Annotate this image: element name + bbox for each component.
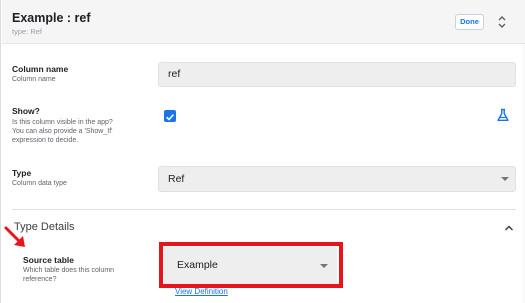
view-definition-link[interactable]: View Definition <box>175 287 228 296</box>
source-table-label: Source table <box>23 255 75 265</box>
type-help: Column data type <box>12 180 67 187</box>
column-name-label: Column name <box>12 64 69 74</box>
column-name-help: Column name <box>12 76 56 83</box>
checkmark-icon <box>166 114 174 121</box>
column-editor-panel: Example : ref type: Ref Done Column name… <box>0 0 525 303</box>
column-name-input[interactable]: ref <box>158 62 516 87</box>
highlight-box <box>159 242 343 288</box>
show-help-line-3: expression to decide. <box>12 137 79 144</box>
flask-icon[interactable] <box>496 108 510 122</box>
show-checkbox[interactable] <box>164 110 176 122</box>
type-select[interactable]: Ref <box>158 166 516 192</box>
chevron-down-icon <box>501 177 509 181</box>
scrollbar[interactable] <box>521 44 525 303</box>
panel-title: Example : ref <box>12 11 91 25</box>
annotation-arrow-icon <box>4 226 25 247</box>
type-select-value: Ref <box>168 173 185 185</box>
panel-subtitle: type: Ref <box>12 27 43 36</box>
chevron-up-icon[interactable] <box>504 224 514 232</box>
unfold-icon[interactable] <box>496 14 508 30</box>
done-button[interactable]: Done <box>455 14 484 30</box>
show-label: Show? <box>12 106 40 116</box>
type-label: Type <box>12 168 32 178</box>
panel-header: Example : ref type: Ref Done <box>2 0 525 44</box>
section-divider <box>12 209 516 210</box>
source-table-help-line-2: reference? <box>23 276 57 283</box>
